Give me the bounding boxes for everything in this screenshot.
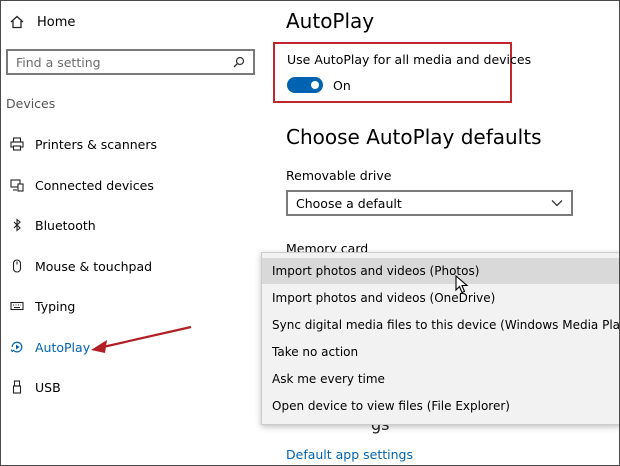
printer-icon bbox=[9, 136, 25, 152]
settings-window: Home Devices Printers & scanners Connect… bbox=[0, 0, 620, 466]
sidebar-item-label: Printers & scanners bbox=[35, 136, 158, 152]
nav-home[interactable]: Home bbox=[9, 11, 75, 33]
page-title: AutoPlay bbox=[286, 9, 375, 33]
default-app-settings-link[interactable]: Default app settings bbox=[286, 447, 413, 462]
keyboard-icon bbox=[9, 298, 25, 314]
autoplay-toggle-state: On bbox=[333, 78, 351, 93]
sidebar-item-bluetooth[interactable]: Bluetooth bbox=[9, 214, 96, 236]
dropdown-option[interactable]: Sync digital media files to this device … bbox=[262, 312, 619, 338]
sidebar-item-connected-devices[interactable]: Connected devices bbox=[9, 174, 154, 196]
dropdown-option[interactable]: Ask me every time bbox=[262, 366, 619, 392]
dropdown-option[interactable]: Import photos and videos (OneDrive) bbox=[262, 285, 619, 311]
removable-drive-value: Choose a default bbox=[296, 195, 402, 211]
dropdown-option[interactable]: Open device to view files (File Explorer… bbox=[262, 393, 619, 419]
memory-card-dropdown: Import photos and videos (Photos) Import… bbox=[261, 252, 619, 425]
toggle-knob bbox=[311, 81, 319, 89]
autoplay-toggle[interactable] bbox=[287, 77, 323, 93]
autoplay-icon bbox=[9, 339, 25, 355]
dropdown-option[interactable]: Take no action bbox=[262, 339, 619, 365]
sidebar-item-label: USB bbox=[35, 379, 61, 395]
removable-drive-select[interactable]: Choose a default bbox=[286, 190, 573, 216]
section-title-defaults: Choose AutoPlay defaults bbox=[286, 125, 542, 149]
bluetooth-icon bbox=[9, 217, 25, 233]
nav-home-label: Home bbox=[37, 14, 76, 30]
sidebar-item-autoplay[interactable]: AutoPlay bbox=[9, 336, 90, 358]
search-input[interactable] bbox=[16, 54, 233, 70]
sidebar-item-typing[interactable]: Typing bbox=[9, 295, 75, 317]
sidebar-item-label: Mouse & touchpad bbox=[35, 258, 153, 274]
sidebar-item-mouse-touchpad[interactable]: Mouse & touchpad bbox=[9, 255, 152, 277]
sidebar-item-label: Typing bbox=[35, 298, 76, 314]
connected-devices-icon bbox=[9, 177, 25, 193]
sidebar-item-label: AutoPlay bbox=[35, 339, 91, 355]
sidebar-item-label: Bluetooth bbox=[35, 217, 96, 233]
autoplay-toggle-label: Use AutoPlay for all media and devices bbox=[287, 52, 532, 67]
removable-drive-label: Removable drive bbox=[286, 168, 392, 183]
dropdown-option[interactable]: Import photos and videos (Photos) bbox=[262, 258, 619, 284]
mouse-cursor-icon bbox=[455, 275, 469, 294]
sidebar-item-usb[interactable]: USB bbox=[9, 376, 61, 398]
search-icon[interactable] bbox=[233, 56, 245, 68]
chevron-down-icon bbox=[551, 199, 563, 207]
sidebar-item-printers[interactable]: Printers & scanners bbox=[9, 133, 157, 155]
sidebar-item-label: Connected devices bbox=[35, 177, 154, 193]
usb-icon bbox=[9, 379, 25, 395]
home-icon bbox=[9, 14, 25, 30]
mouse-icon bbox=[9, 258, 25, 274]
section-label-devices: Devices bbox=[6, 96, 56, 111]
annotation-arrow bbox=[91, 325, 192, 353]
search-box[interactable] bbox=[6, 49, 255, 75]
